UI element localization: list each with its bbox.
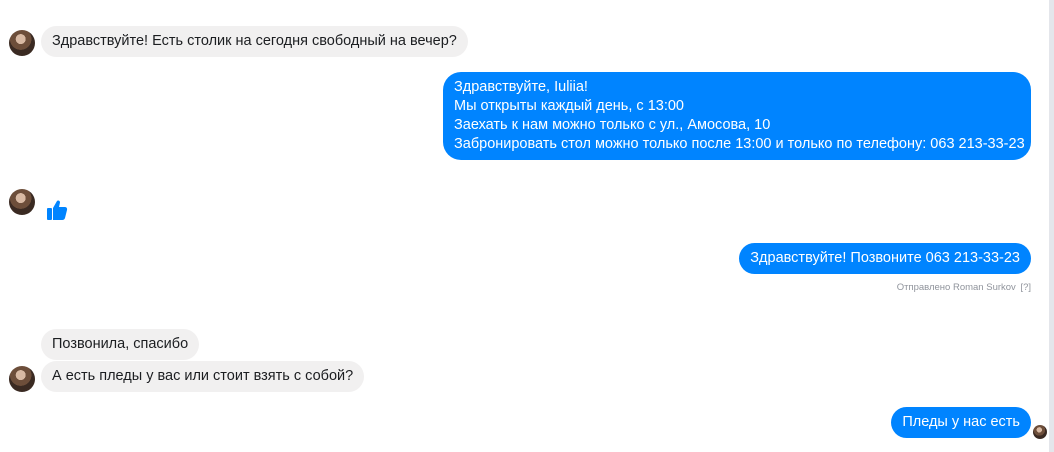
chat-thread: Здравствуйте! Есть столик на сегодня сво… (0, 0, 1054, 452)
message-line: Здравствуйте, Iuliia! (454, 79, 588, 95)
message-text: Здравствуйте! Позвоните 063 213-33-23 (750, 250, 1020, 266)
incoming-message[interactable]: Позвонила, спасибо (41, 329, 200, 360)
contact-avatar[interactable] (9, 189, 35, 215)
help-link[interactable]: [?] (1020, 282, 1031, 293)
message-line: Заехать к нам можно только с ул., Амосов… (454, 117, 771, 133)
outgoing-message[interactable]: Пледы у нас есть (891, 407, 1031, 438)
message-line: Забронировать стол можно только после 13… (454, 136, 1025, 152)
message-text: Позвонила, спасибо (52, 336, 189, 352)
message-text: Здравствуйте! Есть столик на сегодня сво… (52, 33, 457, 49)
outgoing-message[interactable]: Здравствуйте! Позвоните 063 213-33-23 (739, 243, 1031, 274)
message-line: Мы открыты каждый день, с 13:00 (454, 98, 684, 114)
message-text: А есть пледы у вас или стоит взять с соб… (52, 368, 354, 384)
sent-by-note: Отправлено Roman Surkov [?] (897, 282, 1031, 293)
incoming-message[interactable]: Здравствуйте! Есть столик на сегодня сво… (41, 26, 468, 57)
contact-avatar[interactable] (9, 366, 35, 392)
message-text: Пледы у нас есть (902, 414, 1020, 430)
scrollbar[interactable] (1049, 0, 1054, 452)
outgoing-message[interactable]: Здравствуйте, Iuliia! Мы открыты каждый … (443, 72, 1031, 160)
incoming-message[interactable]: А есть пледы у вас или стоит взять с соб… (41, 361, 365, 392)
seen-avatar (1033, 425, 1047, 439)
contact-avatar[interactable] (9, 30, 35, 56)
thumbs-up-icon[interactable] (45, 198, 69, 227)
sent-by-text: Отправлено Roman Surkov (896, 282, 1016, 293)
